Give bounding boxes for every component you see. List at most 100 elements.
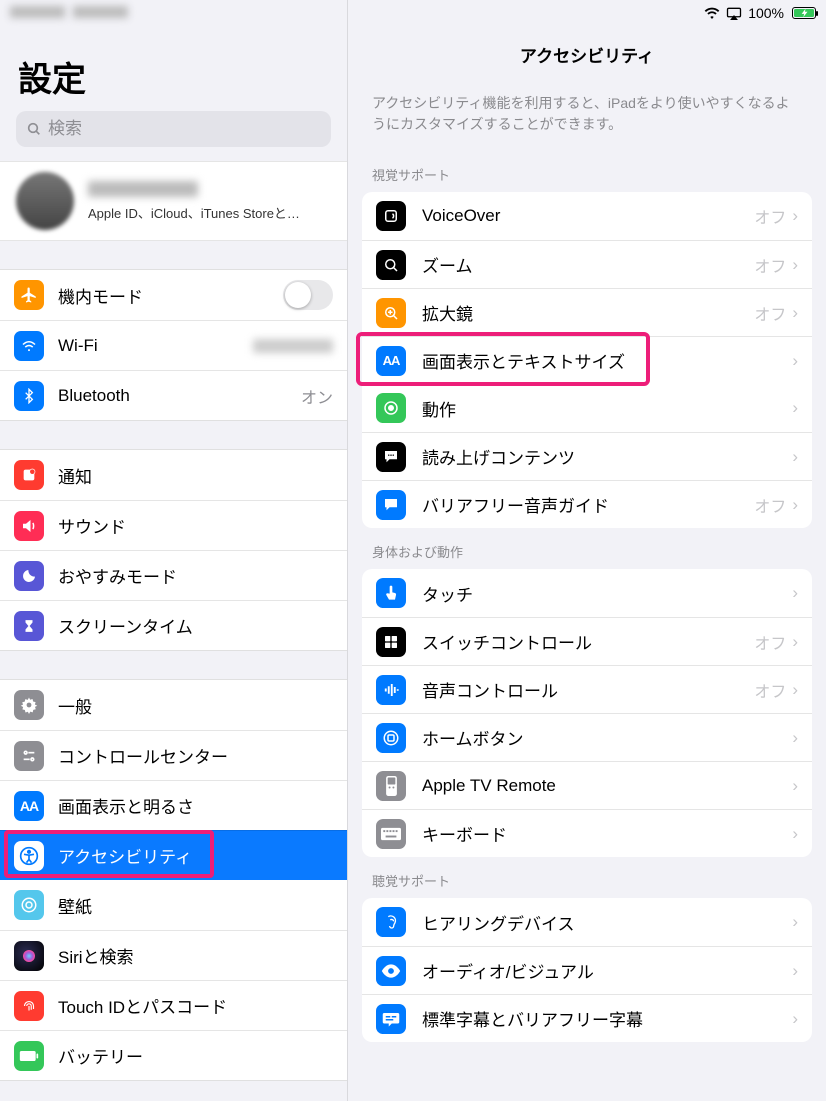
chevron-icon: › <box>792 495 798 515</box>
audio-desc-label: バリアフリー音声ガイド <box>420 492 754 517</box>
row-spoken[interactable]: 読み上げコンテンツ › <box>362 432 812 480</box>
accessibility-icon <box>14 841 44 871</box>
chevron-icon: › <box>792 447 798 467</box>
sidebar-item-control-center[interactable]: コントロールセンター <box>0 730 347 780</box>
spoken-label: 読み上げコンテンツ <box>420 444 792 469</box>
subtitles-label: 標準字幕とバリアフリー字幕 <box>420 1006 792 1031</box>
airplane-icon <box>14 280 44 310</box>
audio-desc-icon <box>376 490 406 520</box>
wifi-status-blur <box>253 339 333 353</box>
search-input[interactable] <box>48 119 321 139</box>
control-label: コントロールセンター <box>58 743 333 768</box>
notifications-icon <box>14 460 44 490</box>
sidebar-item-sounds[interactable]: サウンド <box>0 500 347 550</box>
sidebar-item-battery[interactable]: バッテリー <box>0 1030 347 1080</box>
airplane-toggle[interactable] <box>283 280 333 310</box>
bluetooth-status: オン <box>301 384 333 408</box>
row-magnifier[interactable]: 拡大鏡 オフ › <box>362 288 812 336</box>
voiceover-label: VoiceOver <box>420 206 754 226</box>
row-subtitles[interactable]: 標準字幕とバリアフリー字幕 › <box>362 994 812 1042</box>
grid-icon <box>376 627 406 657</box>
textsize-icon: AA <box>14 791 44 821</box>
row-zoom[interactable]: ズーム オフ › <box>362 240 812 288</box>
row-display-text[interactable]: AA 画面表示とテキストサイズ › <box>362 336 812 384</box>
row-audio-desc[interactable]: バリアフリー音声ガイド オフ › <box>362 480 812 528</box>
voice-icon <box>376 675 406 705</box>
row-apple-tv[interactable]: Apple TV Remote › <box>362 761 812 809</box>
chevron-icon: › <box>792 351 798 371</box>
page-title: アクセシビリティ <box>348 22 826 93</box>
search-icon <box>26 121 42 137</box>
siri-label: Siriと検索 <box>58 943 333 968</box>
magnifier-status: オフ <box>754 301 786 325</box>
hearing-devices-label: ヒアリングデバイス <box>420 910 792 935</box>
sounds-icon <box>14 511 44 541</box>
chevron-icon: › <box>792 912 798 932</box>
ear-icon <box>376 907 406 937</box>
charging-icon <box>800 8 810 18</box>
fingerprint-icon <box>14 991 44 1021</box>
carrier-blur <box>0 0 347 24</box>
battery-label: バッテリー <box>58 1043 333 1068</box>
sidebar-item-screentime[interactable]: スクリーンタイム <box>0 600 347 650</box>
row-voiceover[interactable]: VoiceOver オフ › <box>362 192 812 240</box>
chevron-icon: › <box>792 303 798 323</box>
magnifier-icon <box>376 298 406 328</box>
sidebar-item-bluetooth[interactable]: Bluetooth オン <box>0 370 347 420</box>
sidebar-item-dnd[interactable]: おやすみモード <box>0 550 347 600</box>
sidebar-item-accessibility[interactable]: アクセシビリティ <box>0 830 347 880</box>
account-sub: Apple ID、iCloud、iTunes Storeと… <box>88 203 300 222</box>
speech-bubble-icon <box>376 442 406 472</box>
row-touch[interactable]: タッチ › <box>362 569 812 617</box>
magnifier-label: 拡大鏡 <box>420 300 754 325</box>
wifi-icon <box>14 331 44 361</box>
row-motion[interactable]: 動作 › <box>362 384 812 432</box>
sidebar-item-wifi[interactable]: Wi-Fi <box>0 320 347 370</box>
sidebar-item-siri[interactable]: Siriと検索 <box>0 930 347 980</box>
status-bar: 100% <box>348 0 826 22</box>
chevron-icon: › <box>792 255 798 275</box>
general-label: 一般 <box>58 693 333 718</box>
wifi-label: Wi-Fi <box>58 336 253 356</box>
sidebar-item-touchid[interactable]: Touch IDとパスコード <box>0 980 347 1030</box>
gear-icon <box>14 690 44 720</box>
page-description: アクセシビリティ機能を利用すると、iPadをより使いやすくなるようにカスタマイズ… <box>348 93 826 151</box>
voice-label: 音声コントロール <box>420 677 754 702</box>
dnd-label: おやすみモード <box>58 563 333 588</box>
airplay-status-icon <box>726 7 742 20</box>
bluetooth-icon <box>14 381 44 411</box>
moon-icon <box>14 561 44 591</box>
apple-id-row[interactable]: Apple ID、iCloud、iTunes Storeと… <box>0 161 347 241</box>
sidebar-item-notifications[interactable]: 通知 <box>0 450 347 500</box>
screentime-label: スクリーンタイム <box>58 613 333 638</box>
chevron-icon: › <box>792 961 798 981</box>
sidebar-item-display[interactable]: AA 画面表示と明るさ <box>0 780 347 830</box>
touch-icon <box>376 578 406 608</box>
tv-label: Apple TV Remote <box>420 776 792 796</box>
search-field[interactable] <box>16 111 331 147</box>
sidebar: 設定 Apple ID、iCloud、iTunes Storeと… 機内モード … <box>0 0 348 1101</box>
chevron-icon: › <box>792 824 798 844</box>
home-button-icon <box>376 723 406 753</box>
voiceover-status: オフ <box>754 204 786 228</box>
row-hearing-devices[interactable]: ヒアリングデバイス › <box>362 898 812 946</box>
row-voice-control[interactable]: 音声コントロール オフ › <box>362 665 812 713</box>
sidebar-item-wallpaper[interactable]: 壁紙 <box>0 880 347 930</box>
chevron-icon: › <box>792 1009 798 1029</box>
voiceover-icon <box>376 201 406 231</box>
row-keyboard[interactable]: キーボード › <box>362 809 812 857</box>
sidebar-item-airplane[interactable]: 機内モード <box>0 270 347 320</box>
chevron-icon: › <box>792 728 798 748</box>
row-audio-visual[interactable]: オーディオ/ビジュアル › <box>362 946 812 994</box>
account-name-blur <box>88 181 198 197</box>
switch-status: オフ <box>754 630 786 654</box>
zoom-status: オフ <box>754 253 786 277</box>
row-home-button[interactable]: ホームボタン › <box>362 713 812 761</box>
display-label: 画面表示と明るさ <box>58 793 333 818</box>
hourglass-icon <box>14 611 44 641</box>
sidebar-item-general[interactable]: 一般 <box>0 680 347 730</box>
row-switch-control[interactable]: スイッチコントロール オフ › <box>362 617 812 665</box>
siri-icon <box>14 941 44 971</box>
touchid-label: Touch IDとパスコード <box>58 993 333 1018</box>
eye-icon <box>376 956 406 986</box>
